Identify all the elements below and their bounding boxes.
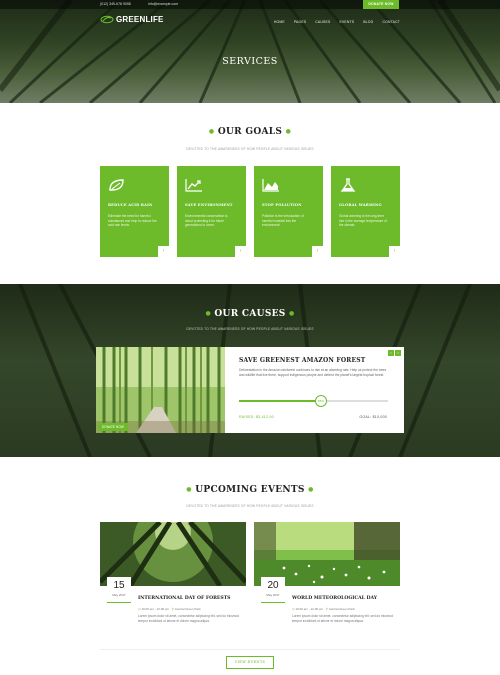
event-month: May 2017 (266, 593, 280, 597)
flask-icon (340, 178, 356, 192)
chart-up-icon (185, 179, 202, 192)
goal-title: SAVE ENVIRONMENT (185, 203, 233, 207)
nav-item-events[interactable]: EVENTS (339, 20, 354, 24)
goals-subtitle: DEVOTED TO THE AWARENESS OF HOW PEOPLE A… (186, 147, 314, 151)
divider (100, 649, 400, 650)
title-ornament-left-icon: ● (208, 128, 215, 135)
bamboo-forest-image: DONATE NOW (96, 347, 225, 433)
arrow-right-icon[interactable]: › (389, 246, 400, 257)
logo-text: GREENLIFE (116, 15, 164, 24)
cause-card: DONATE NOW ‹ › SAVE GREENEST AMAZON FORE… (96, 347, 404, 433)
goal-text: Pollution is the introduction of harmful… (262, 214, 304, 228)
event-date: 15 May 2017 (107, 577, 131, 603)
goal-card-reduce-acid-rain[interactable]: REDUCE ACID RAIN Eliminate the need for … (100, 166, 169, 257)
event-meta: ◷ 10:00 am - 12:00 pm ⚲ Central Green Pa… (292, 607, 355, 611)
nav-item-pages[interactable]: PAGES (294, 20, 306, 24)
event-title[interactable]: INTERNATIONAL DAY OF FORESTS (138, 596, 230, 601)
cause-description: Deforestation in the Amazon rainforest c… (239, 368, 387, 377)
goals-title-text: OUR GOALS (217, 127, 283, 137)
event-place: Central Green Park (174, 607, 201, 611)
event-date: 20 May 2017 (261, 577, 285, 603)
events-subtitle: DEVOTED TO THE AWARENESS OF HOW PEOPLE A… (186, 504, 314, 508)
goal-title: GLOBAL WARMING (339, 203, 382, 207)
view-events-button[interactable]: VIEW EVENTS (226, 656, 274, 669)
causes-title-text: OUR CAUSES (214, 309, 286, 319)
hero-banner: (012) 345-678 9098 info@example.com DONA… (0, 0, 500, 103)
event-day: 15 (113, 580, 125, 591)
main-nav: HOME PAGES CAUSES EVENTS BLOG CONTACT (274, 20, 400, 24)
phone-text: (012) 345-678 9098 (100, 2, 131, 6)
leaf-icon (109, 179, 124, 191)
event-time: 10:00 am - 12:00 pm (141, 607, 170, 611)
progress-fill (239, 400, 321, 402)
goal-card-save-environment[interactable]: SAVE ENVIRONMENT Environmental conservat… (177, 166, 246, 257)
title-ornament-left-icon: ● (205, 310, 211, 317)
nav-item-contact[interactable]: CONTACT (382, 20, 400, 24)
slider-arrows: ‹ › (388, 350, 401, 356)
goal-title: STOP POLLUTION (262, 203, 302, 207)
title-ornament-left-icon: ● (186, 486, 192, 493)
cause-title: SAVE GREENEST AMAZON FOREST (239, 357, 366, 364)
event-description: Lorem ipsum dolor sit amet, consectetur … (292, 614, 393, 623)
area-chart-icon (262, 179, 279, 192)
nav-item-blog[interactable]: BLOG (363, 20, 373, 24)
causes-title: ● OUR CAUSES ● (0, 309, 500, 319)
event-day: 20 (267, 580, 279, 591)
goal-title: REDUCE ACID RAIN (108, 203, 153, 207)
title-ornament-right-icon: ● (285, 128, 292, 135)
donate-button[interactable]: DONATE NOW (363, 0, 399, 9)
event-place: Central Green Park (328, 607, 355, 611)
nav-item-home[interactable]: HOME (274, 20, 285, 24)
event-meta: ◷ 10:00 am - 12:00 pm ⚲ Central Green Pa… (138, 607, 201, 611)
goal-text: Global warming is the long-term rise in … (339, 214, 387, 228)
chevron-right-icon[interactable]: › (395, 350, 401, 356)
site-logo[interactable]: GREENLIFE (100, 15, 164, 24)
nav-item-causes[interactable]: CAUSES (315, 20, 330, 24)
leaf-logo-icon (100, 15, 114, 24)
event-card[interactable]: 15 May 2017 INTERNATIONAL DAY OF FORESTS… (100, 522, 246, 642)
title-ornament-right-icon: ● (308, 486, 314, 493)
page-title: SERVICES (222, 56, 278, 67)
forest-background-image (0, 0, 500, 103)
chevron-left-icon[interactable]: ‹ (388, 350, 394, 356)
goal-card-stop-pollution[interactable]: STOP POLLUTION Pollution is the introduc… (254, 166, 323, 257)
arrow-right-icon[interactable]: › (158, 246, 169, 257)
map-pin-icon: ⚲ (171, 607, 174, 611)
map-pin-icon: ⚲ (325, 607, 328, 611)
events-title: ● UPCOMING EVENTS ● (0, 485, 500, 495)
title-ornament-right-icon: ● (289, 310, 295, 317)
goal-card-global-warming[interactable]: GLOBAL WARMING Global warming is the lon… (331, 166, 400, 257)
arrow-right-icon[interactable]: › (235, 246, 246, 257)
goal-text: Environmental conservation is about prot… (185, 214, 228, 228)
raised-amount: RAISED: $3,412.00 (239, 415, 274, 419)
donate-now-badge[interactable]: DONATE NOW (98, 423, 128, 431)
goals-title: ● OUR GOALS ● (0, 127, 500, 137)
event-card[interactable]: 20 May 2017 WORLD METEOROLOGICAL DAY ◷ 1… (254, 522, 400, 642)
causes-subtitle: DEVOTED TO THE AWARENESS OF HOW PEOPLE A… (186, 327, 314, 331)
event-month: May 2017 (112, 593, 126, 597)
event-title[interactable]: WORLD METEOROLOGICAL DAY (292, 596, 377, 601)
top-bar: (012) 345-678 9098 info@example.com DONA… (0, 0, 500, 9)
donation-progress-bar: 55% (239, 395, 388, 407)
events-title-text: UPCOMING EVENTS (195, 485, 305, 495)
progress-percent: 55% (314, 395, 327, 407)
event-description: Lorem ipsum dolor sit amet, consectetur … (138, 614, 239, 623)
causes-section: ● OUR CAUSES ● DEVOTED TO THE AWARENESS … (0, 284, 500, 457)
email-link[interactable]: info@example.com (148, 2, 178, 6)
event-time: 10:00 am - 12:00 pm (295, 607, 324, 611)
goal-amount: GOAL: $10,000 (359, 415, 387, 419)
goal-text: Eliminate the need for harmful substance… (108, 214, 157, 228)
arrow-right-icon[interactable]: › (312, 246, 323, 257)
